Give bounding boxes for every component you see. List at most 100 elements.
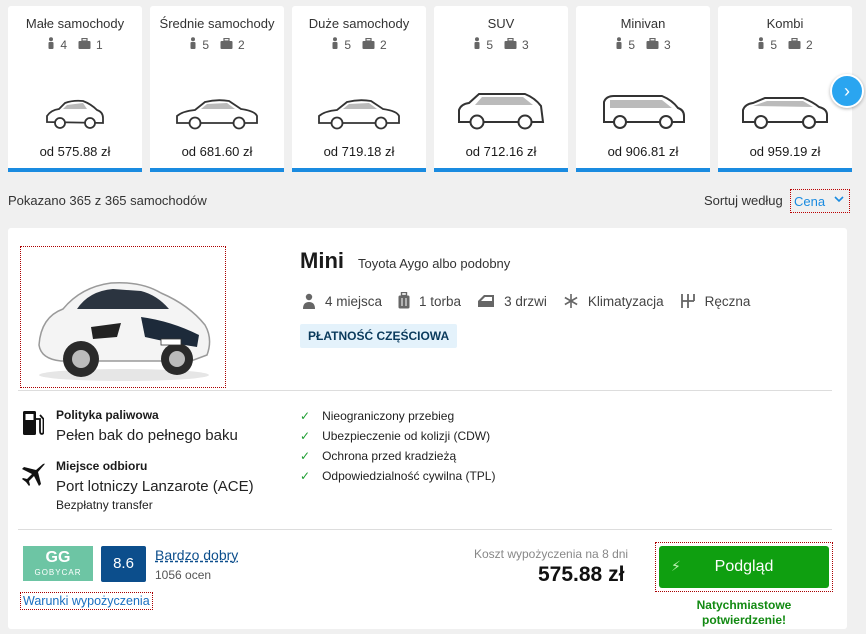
category-specs: 52: [718, 37, 852, 52]
car-photo[interactable]: [20, 246, 226, 388]
category-seats: 5: [486, 37, 493, 52]
car-silhouette-icon: [8, 72, 142, 132]
feature-seats-label: 4 miejsca: [325, 293, 383, 309]
feature-doors-label: 3 drzwi: [504, 293, 547, 309]
car-silhouette-icon: [150, 72, 284, 132]
included-item-label: Ubezpieczenie od kolizji (CDW): [322, 429, 491, 443]
preview-button[interactable]: ⚡ Podgląd: [659, 546, 829, 588]
preview-button-wrap: ⚡ Podgląd: [655, 542, 833, 592]
included-item-label: Odpowiedzialność cywilna (TPL): [322, 469, 496, 483]
included-item: ✓ Odpowiedzialność cywilna (TPL): [300, 466, 495, 486]
category-card[interactable]: Małe samochody 4 1 od 575.88 zł: [8, 6, 142, 172]
result-card: Mini Toyota Aygo albo podobny 4 miejsca …: [8, 228, 847, 629]
category-price: od 681.60 zł: [181, 144, 253, 159]
feature-gear: Ręczna: [680, 292, 751, 310]
category-card[interactable]: Minivan 5 3 od 906.81 zł: [576, 6, 710, 172]
included-item-label: Nieograniczony przebieg: [322, 409, 455, 423]
snowflake-icon: [564, 294, 578, 308]
category-bags: 3: [522, 37, 529, 52]
chevron-down-icon: [833, 193, 845, 208]
car-silhouette-icon: [576, 72, 710, 132]
car-features: 4 miejsca 1 torba 3 drzwi Klimatyzacja R…: [302, 292, 766, 310]
included-item: ✓ Nieograniczony przebieg: [300, 406, 495, 426]
person-icon: [47, 37, 55, 52]
category-seats: 5: [202, 37, 209, 52]
bolt-icon: ⚡: [671, 558, 681, 574]
payment-badge: PŁATNOŚĆ CZĘŚCIOWA: [300, 324, 458, 348]
review-count: 1056 ocen: [155, 568, 212, 582]
luggage-icon: [220, 37, 233, 52]
category-bags: 2: [806, 37, 813, 52]
check-icon: ✓: [300, 449, 311, 463]
category-price: od 719.18 zł: [323, 144, 395, 159]
car-model: Toyota Aygo albo podobny: [358, 256, 511, 271]
person-icon: [757, 37, 765, 52]
category-name: Duże samochody: [308, 16, 410, 31]
feature-bags-label: 1 torba: [419, 293, 462, 309]
category-seats: 5: [628, 37, 635, 52]
door-icon: [478, 295, 495, 307]
rental-cost-value: 575.88 zł: [538, 563, 625, 586]
rating-link[interactable]: Bardzo dobry: [155, 547, 238, 563]
category-seats: 5: [770, 37, 777, 52]
category-price: od 712.16 zł: [465, 144, 537, 159]
included-list: ✓ Nieograniczony przebieg ✓ Ubezpieczenie o…: [300, 406, 495, 486]
pickup-location: Port lotniczy Lanzarote (ACE): [56, 478, 254, 495]
check-icon: ✓: [300, 429, 311, 443]
supplier-logo: GG GOBYCAR: [23, 546, 93, 581]
category-name: Średnie samochody: [159, 16, 275, 31]
results-count: Pokazano 365 z 365 samochodów: [8, 193, 207, 208]
person-icon: [473, 37, 481, 52]
feature-ac: Klimatyzacja: [563, 292, 664, 310]
category-bags: 1: [96, 37, 103, 52]
sort-label: Sortuj według: [704, 193, 783, 208]
rental-terms-link[interactable]: Warunki wypożyczenia: [20, 592, 153, 610]
category-specs: 41: [8, 37, 142, 52]
category-seats: 4: [60, 37, 67, 52]
category-price: od 959.19 zł: [749, 144, 821, 159]
sort-value: Cena: [794, 194, 826, 209]
category-name: Małe samochody: [25, 16, 125, 31]
feature-gear-label: Ręczna: [704, 293, 751, 309]
car-silhouette-icon: [292, 72, 426, 132]
category-bags: 3: [664, 37, 671, 52]
preview-button-label: Podgląd: [714, 558, 774, 575]
plane-icon: [20, 462, 46, 493]
instant-confirmation: Natychmiastowe potwierdzenie!: [696, 598, 792, 627]
fuel-policy-value: Pełen bak do pełnego baku: [56, 427, 238, 444]
luggage-icon: [398, 292, 410, 309]
feature-doors: 3 drzwi: [477, 292, 547, 310]
category-bags: 2: [238, 37, 245, 52]
included-item: ✓ Ochrona przed kradzieżą: [300, 446, 495, 466]
category-card[interactable]: Duże samochody 5 2 od 719.18 zł: [292, 6, 426, 172]
car-category-strip: Małe samochody 4 1 od 575.88 zł Średnie samo…: [8, 6, 866, 172]
category-bags: 2: [380, 37, 387, 52]
luggage-icon: [788, 37, 801, 52]
category-specs: 52: [292, 37, 426, 52]
feature-ac-label: Klimatyzacja: [587, 293, 664, 309]
check-icon: ✓: [300, 469, 311, 483]
chevron-right-icon: ›: [844, 80, 850, 101]
sort-select[interactable]: Cena: [790, 189, 850, 213]
rental-cost-label: Koszt wypożyczenia na 8 dni: [474, 547, 629, 561]
category-specs: 53: [434, 37, 568, 52]
category-specs: 53: [576, 37, 710, 52]
pickup-label: Miejsce odbioru: [56, 459, 148, 473]
category-seats: 5: [344, 37, 351, 52]
next-category-button[interactable]: ›: [830, 74, 864, 108]
feature-seats: 4 miejsca: [302, 292, 382, 310]
category-price: od 906.81 zł: [607, 144, 679, 159]
fuel-policy-label: Polityka paliwowa: [56, 408, 159, 422]
category-card[interactable]: Średnie samochody 5 2 od 681.60 zł: [150, 6, 284, 172]
person-icon: [303, 293, 315, 309]
supplier-logo-text: GOBYCAR: [34, 568, 82, 577]
fuel-pump-icon: [22, 409, 45, 442]
included-item: ✓ Ubezpieczenie od kolizji (CDW): [300, 426, 495, 446]
feature-bags: 1 torba: [398, 292, 461, 310]
check-icon: ✓: [300, 409, 311, 423]
category-name: Kombi: [766, 16, 804, 31]
person-icon: [189, 37, 197, 52]
luggage-icon: [504, 37, 517, 52]
pickup-transfer: Bezpłatny transfer: [56, 498, 153, 512]
category-card[interactable]: SUV 5 3 od 712.16 zł: [434, 6, 568, 172]
